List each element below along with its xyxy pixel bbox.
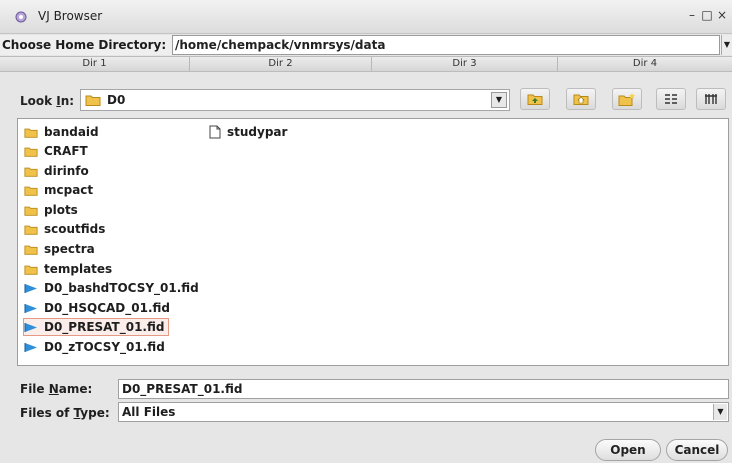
maximize-icon[interactable]: □	[701, 8, 713, 22]
file-item-mcpact[interactable]: mcpact	[24, 181, 93, 199]
list-view-icon	[665, 94, 677, 104]
file-type-value: All Files	[122, 405, 176, 419]
folder-icon	[85, 95, 101, 106]
file-item-templates[interactable]: templates	[24, 260, 112, 278]
title-bar[interactable]: VJ Browser – □ ×	[0, 0, 732, 34]
file-type-select[interactable]: All Files ▼	[118, 402, 729, 422]
up-folder-button[interactable]	[520, 88, 550, 110]
tab-dir-1[interactable]: Dir 1	[0, 57, 190, 71]
file-item-plots[interactable]: plots	[24, 201, 78, 219]
file-icon	[209, 125, 221, 139]
file-item-d0-presat[interactable]: D0_PRESAT_01.fid	[23, 318, 170, 336]
file-type-label: Files of Type:	[20, 406, 110, 420]
file-item-spectra[interactable]: spectra	[24, 240, 95, 258]
chevron-down-icon[interactable]: ▼	[491, 92, 507, 108]
folder-icon	[24, 225, 38, 235]
details-view-icon	[705, 94, 717, 104]
new-folder-button[interactable]	[612, 88, 642, 110]
look-in-select[interactable]: D0 ▼	[80, 89, 510, 111]
new-folder-icon	[618, 93, 635, 106]
details-view-button[interactable]	[696, 88, 726, 110]
window-title: VJ Browser	[38, 9, 103, 23]
up-folder-icon	[527, 94, 543, 105]
folder-icon	[24, 186, 38, 196]
home-icon	[573, 94, 589, 105]
folder-icon	[24, 245, 38, 255]
tab-dir-4[interactable]: Dir 4	[558, 57, 732, 71]
folder-icon	[24, 128, 38, 138]
minimize-icon[interactable]: –	[686, 8, 698, 22]
home-directory-bar: Choose Home Directory: /home/chempack/vn…	[0, 35, 732, 55]
chevron-down-icon[interactable]: ▼	[713, 404, 727, 420]
app-icon	[13, 10, 29, 27]
fid-flag-icon	[24, 342, 37, 352]
window-controls: – □ ×	[686, 8, 728, 22]
folder-icon	[24, 167, 38, 177]
file-item-scoutfids[interactable]: scoutfids	[24, 220, 105, 238]
folder-icon	[24, 206, 38, 216]
folder-icon	[24, 265, 38, 275]
file-item-d0-ztocsy[interactable]: D0_zTOCSY_01.fid	[24, 338, 165, 356]
look-in-label: Look In:	[20, 94, 75, 108]
tab-dir-2[interactable]: Dir 2	[190, 57, 372, 71]
dir-tab-bar: Dir 1 Dir 2 Dir 3 Dir 4	[0, 56, 732, 72]
file-item-bandaid[interactable]: bandaid	[24, 123, 99, 141]
close-icon[interactable]: ×	[716, 8, 728, 22]
home-button[interactable]	[566, 88, 596, 110]
open-button[interactable]: Open	[595, 439, 661, 461]
file-item-craft[interactable]: CRAFT	[24, 142, 88, 160]
file-list[interactable]: bandaid CRAFT dirinfo mcpact plots scout…	[17, 118, 729, 366]
fid-flag-icon	[24, 322, 37, 332]
fid-flag-icon	[24, 283, 37, 293]
tab-dir-3[interactable]: Dir 3	[372, 57, 558, 71]
home-directory-label: Choose Home Directory:	[2, 38, 167, 52]
list-view-button[interactable]	[656, 88, 686, 110]
file-item-studypar[interactable]: studypar	[209, 123, 287, 141]
file-item-dirinfo[interactable]: dirinfo	[24, 162, 89, 180]
file-item-d0-bashdtocsy[interactable]: D0_bashdTOCSY_01.fid	[24, 279, 199, 297]
chevron-down-icon[interactable]: ▼	[721, 35, 732, 55]
folder-icon	[24, 147, 38, 157]
look-in-value: D0	[107, 93, 126, 107]
file-name-label: File Name:	[20, 382, 93, 396]
file-name-input[interactable]: D0_PRESAT_01.fid	[118, 379, 729, 399]
home-directory-input[interactable]: /home/chempack/vnmrsys/data	[172, 35, 720, 55]
fid-flag-icon	[24, 303, 37, 313]
file-item-d0-hsqcad[interactable]: D0_HSQCAD_01.fid	[24, 299, 170, 317]
cancel-button[interactable]: Cancel	[666, 439, 728, 461]
